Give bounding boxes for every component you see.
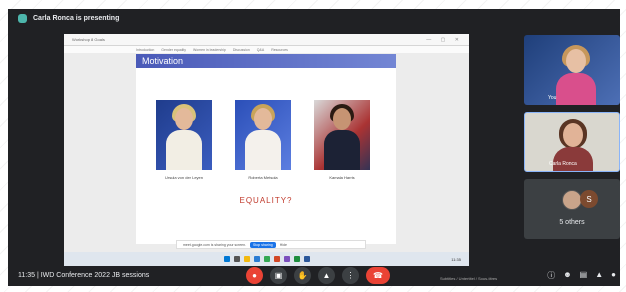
menu-item[interactable]: Gender equality xyxy=(161,48,186,52)
slide-title: Motivation xyxy=(142,56,184,66)
shared-screen: Workshop 8 Goals — ▢ ✕ Introduction Gend… xyxy=(64,34,469,266)
menu-item[interactable]: Q&A xyxy=(257,48,264,52)
avatar xyxy=(562,190,582,210)
captions-hint: Subtitles / Untertitel / Sous-titres xyxy=(440,276,498,281)
menu-item[interactable]: Women in leadership xyxy=(193,48,226,52)
mic-off-icon[interactable]: ● xyxy=(246,267,263,284)
menu-item[interactable]: Discussion xyxy=(233,48,250,52)
participant-tile-self[interactable]: You xyxy=(524,35,620,105)
menu-item[interactable]: Resources xyxy=(271,48,288,52)
more-icon[interactable]: ⋮ xyxy=(342,267,359,284)
start-icon[interactable] xyxy=(223,256,230,262)
teams-icon[interactable] xyxy=(283,256,290,262)
others-avatars: S xyxy=(562,190,598,210)
present-icon xyxy=(18,13,27,23)
portrait-1 xyxy=(156,100,212,170)
browser-tab[interactable]: Workshop 8 Goals xyxy=(72,37,105,42)
browser-bar: Workshop 8 Goals — ▢ ✕ xyxy=(64,34,469,46)
camera-icon[interactable]: ▣ xyxy=(270,267,287,284)
activities-icon[interactable]: ▲ xyxy=(595,270,603,281)
bottom-bar: 11:35 | IWD Conference 2022 JB sessions … xyxy=(8,266,620,286)
side-controls: ⓘ ☻ ▤ ▲ ● xyxy=(547,270,616,281)
slide-menu: Introduction Gender equality Women in le… xyxy=(64,46,469,53)
meet-window: Carla Ronca is presenting Workshop 8 Goa… xyxy=(8,9,620,286)
edge-icon[interactable] xyxy=(253,256,260,262)
presenting-label: Carla Ronca is presenting xyxy=(33,14,120,22)
excel-icon[interactable] xyxy=(293,256,300,262)
participant-name: You xyxy=(548,95,557,101)
portrait-caption: Ursula von der Leyen xyxy=(164,175,204,180)
equality-tagline: EQUALITY? xyxy=(239,196,293,205)
info-icon[interactable]: ⓘ xyxy=(547,270,555,281)
presenting-bar: Carla Ronca is presenting xyxy=(8,9,620,27)
chat-icon[interactable]: ▤ xyxy=(580,270,588,281)
taskbar-clock: 11:35 xyxy=(451,256,461,262)
hide-button[interactable]: Hide xyxy=(280,243,287,247)
word-icon[interactable] xyxy=(303,256,310,262)
menu-item[interactable]: Introduction xyxy=(136,48,154,52)
people-icon[interactable]: ☻ xyxy=(563,270,571,281)
portrait-3 xyxy=(314,100,370,170)
call-controls: ● ▣ ✋ ▲ ⋮ ☎ xyxy=(246,267,390,284)
participant-tile-others[interactable]: S 5 others xyxy=(524,179,620,239)
participant-tile-presenter[interactable]: Carla Ronca xyxy=(524,112,620,172)
folder-icon[interactable] xyxy=(243,256,250,262)
sharing-notice-text: meet.google.com is sharing your screen. xyxy=(183,242,247,247)
taskbar: 11:35 xyxy=(64,252,469,266)
others-label: 5 others xyxy=(559,219,585,226)
lock-icon[interactable]: ● xyxy=(611,270,616,281)
end-call-icon[interactable]: ☎ xyxy=(366,267,390,284)
portrait-2 xyxy=(235,100,291,170)
slide: Motivation Ursula von der Leyen Roberta … xyxy=(136,54,396,244)
meeting-title: 11:35 | IWD Conference 2022 JB sessions xyxy=(18,272,150,279)
window-controls-icon[interactable]: — ▢ ✕ xyxy=(426,37,463,43)
portrait-caption: Roberta Metsola xyxy=(248,175,278,180)
powerpoint-icon[interactable] xyxy=(273,256,280,262)
hand-icon[interactable]: ✋ xyxy=(294,267,311,284)
portrait-caption: Kamala Harris xyxy=(329,175,355,180)
slide-header: Motivation xyxy=(136,54,396,68)
sharing-notice: meet.google.com is sharing your screen. … xyxy=(176,240,366,249)
avatar: S xyxy=(580,190,598,208)
chrome-icon[interactable] xyxy=(263,256,270,262)
present-icon[interactable]: ▲ xyxy=(318,267,335,284)
participant-name: Carla Ronca xyxy=(549,161,577,167)
search-icon[interactable] xyxy=(233,256,240,262)
stop-sharing-button[interactable]: Stop sharing xyxy=(250,241,276,248)
